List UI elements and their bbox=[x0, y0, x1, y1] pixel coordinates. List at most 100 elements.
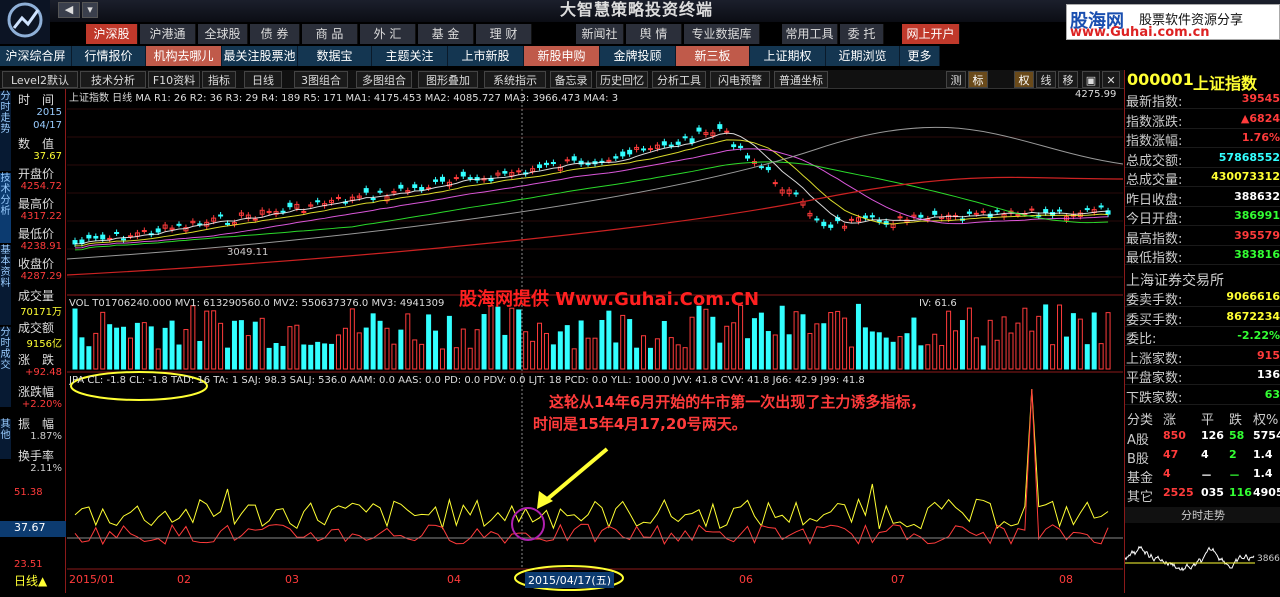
window-icon[interactable]: ▣ bbox=[1082, 71, 1100, 88]
menu-composite[interactable]: 沪深综合屏 bbox=[0, 46, 72, 66]
volume-bar bbox=[190, 305, 196, 370]
volume-bar bbox=[641, 335, 647, 370]
back-button[interactable]: ◀ bbox=[58, 2, 80, 18]
mark-button[interactable]: 标 bbox=[968, 71, 988, 88]
volume-bar bbox=[849, 346, 855, 370]
candle-body bbox=[433, 179, 439, 182]
menu-ipo-subscribe[interactable]: 新股申购 bbox=[524, 46, 600, 66]
tab-database[interactable]: 专业数据库 bbox=[684, 24, 760, 44]
lp-time-year: 2015 bbox=[36, 107, 62, 118]
tab-tools[interactable]: 常用工具 bbox=[782, 24, 838, 44]
tab-bonds[interactable]: 债 券 bbox=[250, 24, 300, 44]
move-button[interactable]: 移 bbox=[1058, 71, 1078, 88]
volume-bar bbox=[1077, 318, 1083, 370]
overlay-button[interactable]: 图形叠加 bbox=[418, 71, 478, 88]
volume-bar bbox=[973, 337, 979, 370]
breadth-cell: 5754 bbox=[1253, 429, 1280, 442]
quote-value: 388632 bbox=[1234, 189, 1280, 203]
volume-bar bbox=[1084, 344, 1090, 370]
period-daily[interactable]: 日线▲ bbox=[14, 572, 47, 589]
volume-bar bbox=[842, 317, 848, 370]
lp-low: 4238.91 bbox=[20, 241, 62, 252]
measure-button[interactable]: 测 bbox=[946, 71, 966, 88]
tab-news[interactable]: 新闻社 bbox=[576, 24, 624, 44]
level2-select[interactable]: Level2默认 bbox=[2, 71, 78, 88]
rights-button[interactable]: 权 bbox=[1014, 71, 1034, 88]
vtab-trades[interactable]: 分时成交 bbox=[0, 327, 11, 407]
quote-row: 总成交量: 430073312 bbox=[1125, 168, 1280, 188]
quote-label: 最高指数: bbox=[1126, 231, 1183, 247]
menu-more[interactable]: 更多 bbox=[900, 46, 940, 66]
volume-bar bbox=[162, 327, 168, 370]
tab-hushen[interactable]: 沪深股 bbox=[86, 24, 138, 44]
line-button[interactable]: 线 bbox=[1036, 71, 1056, 88]
mini-chart-value: 3866 bbox=[1257, 554, 1280, 564]
candle-body bbox=[620, 151, 626, 157]
lp-change-pct: +2.20% bbox=[21, 399, 62, 410]
close-icon[interactable]: ✕ bbox=[1102, 71, 1120, 88]
volume-bar bbox=[939, 344, 945, 370]
volume-bar bbox=[599, 319, 605, 370]
candle-body bbox=[585, 163, 591, 166]
menu-topics[interactable]: 主题关注 bbox=[372, 46, 448, 66]
watermark-banner: 股海网 股票软件资源分享 www.Guhai.com.cn bbox=[1066, 4, 1280, 40]
alert-button[interactable]: 闪电预警 bbox=[710, 71, 770, 88]
lp-amount-label: 成交额 bbox=[18, 321, 55, 335]
volume-bar bbox=[959, 320, 965, 370]
menu-recent[interactable]: 近期浏览 bbox=[826, 46, 900, 66]
tab-trade[interactable]: 委 托 bbox=[840, 24, 884, 44]
menu-advisor[interactable]: 金牌投顾 bbox=[600, 46, 676, 66]
vtab-basic[interactable]: 基本资料 bbox=[0, 245, 11, 325]
breadth-cell: 116 bbox=[1229, 486, 1252, 499]
app-logo-icon[interactable] bbox=[0, 0, 50, 44]
volume-bar bbox=[786, 334, 792, 370]
indicator-button[interactable]: 指标 bbox=[202, 71, 236, 88]
volume-bar bbox=[107, 324, 113, 370]
back-dropdown-icon[interactable]: ▾ bbox=[82, 2, 98, 18]
volume-bar bbox=[238, 320, 244, 370]
tab-wealth[interactable]: 理 财 bbox=[476, 24, 532, 44]
menu-data[interactable]: 数据宝 bbox=[298, 46, 372, 66]
system-indicator-button[interactable]: 系统指示 bbox=[484, 71, 546, 88]
tab-forex[interactable]: 外 汇 bbox=[360, 24, 416, 44]
chart-area[interactable]: 上证指数 日线 MA R1: 26 R2: 36 R3: 29 R4: 189 … bbox=[66, 89, 1124, 593]
history-button[interactable]: 历史回忆 bbox=[596, 71, 648, 88]
coordinate-button[interactable]: 普通坐标 bbox=[774, 71, 828, 88]
three-chart-button[interactable]: 3图组合 bbox=[294, 71, 348, 88]
volume-bar bbox=[218, 322, 224, 370]
mini-chart-title[interactable]: 分时走势 bbox=[1125, 507, 1280, 523]
daily-button[interactable]: 日线 bbox=[244, 71, 282, 88]
vtab-intraday[interactable]: 分时走势 bbox=[0, 91, 11, 171]
tab-hugangtong[interactable]: 沪港通 bbox=[140, 24, 196, 44]
vtab-other[interactable]: 其他 bbox=[0, 419, 11, 459]
depth-value: 9066616 bbox=[1226, 290, 1280, 303]
depth-value: 915 bbox=[1257, 348, 1280, 362]
tech-analysis-button[interactable]: 技术分析 bbox=[80, 71, 146, 88]
multi-chart-button[interactable]: 多图组合 bbox=[356, 71, 412, 88]
analysis-tools-button[interactable]: 分析工具 bbox=[652, 71, 706, 88]
menu-new-listings[interactable]: 上市新股 bbox=[448, 46, 524, 66]
tab-sentiment[interactable]: 舆 情 bbox=[626, 24, 682, 44]
menu-institutions[interactable]: 机构去哪儿 bbox=[146, 46, 222, 66]
f10-button[interactable]: F10资料 bbox=[148, 71, 200, 88]
volume-bar bbox=[225, 347, 231, 370]
memo-button[interactable]: 备忘录 bbox=[550, 71, 592, 88]
tab-global[interactable]: 全球股 bbox=[198, 24, 248, 44]
tab-open-account[interactable]: 网上开户 bbox=[902, 24, 960, 44]
volume-bar bbox=[322, 343, 328, 370]
volume-bar bbox=[266, 347, 272, 370]
menu-stock-pool[interactable]: 最关注股票池 bbox=[222, 46, 298, 66]
vtab-tech[interactable]: 技术分析 bbox=[0, 173, 11, 243]
menu-neeq[interactable]: 新三板 bbox=[676, 46, 750, 66]
tab-commodities[interactable]: 商 品 bbox=[302, 24, 358, 44]
ind-axis-current: 37.67 bbox=[0, 521, 66, 537]
breadth-header: 权% bbox=[1253, 413, 1279, 428]
menu-quotes[interactable]: 行情报价 bbox=[72, 46, 146, 66]
volume-bar bbox=[356, 332, 362, 370]
volume-bar bbox=[661, 321, 667, 370]
volume-bar bbox=[93, 332, 99, 370]
ad-text: 股海网提供 Www.Guhai.Com.CN bbox=[459, 289, 760, 310]
volume-bar bbox=[516, 309, 522, 370]
menu-options[interactable]: 上证期权 bbox=[750, 46, 826, 66]
tab-funds[interactable]: 基 金 bbox=[418, 24, 474, 44]
